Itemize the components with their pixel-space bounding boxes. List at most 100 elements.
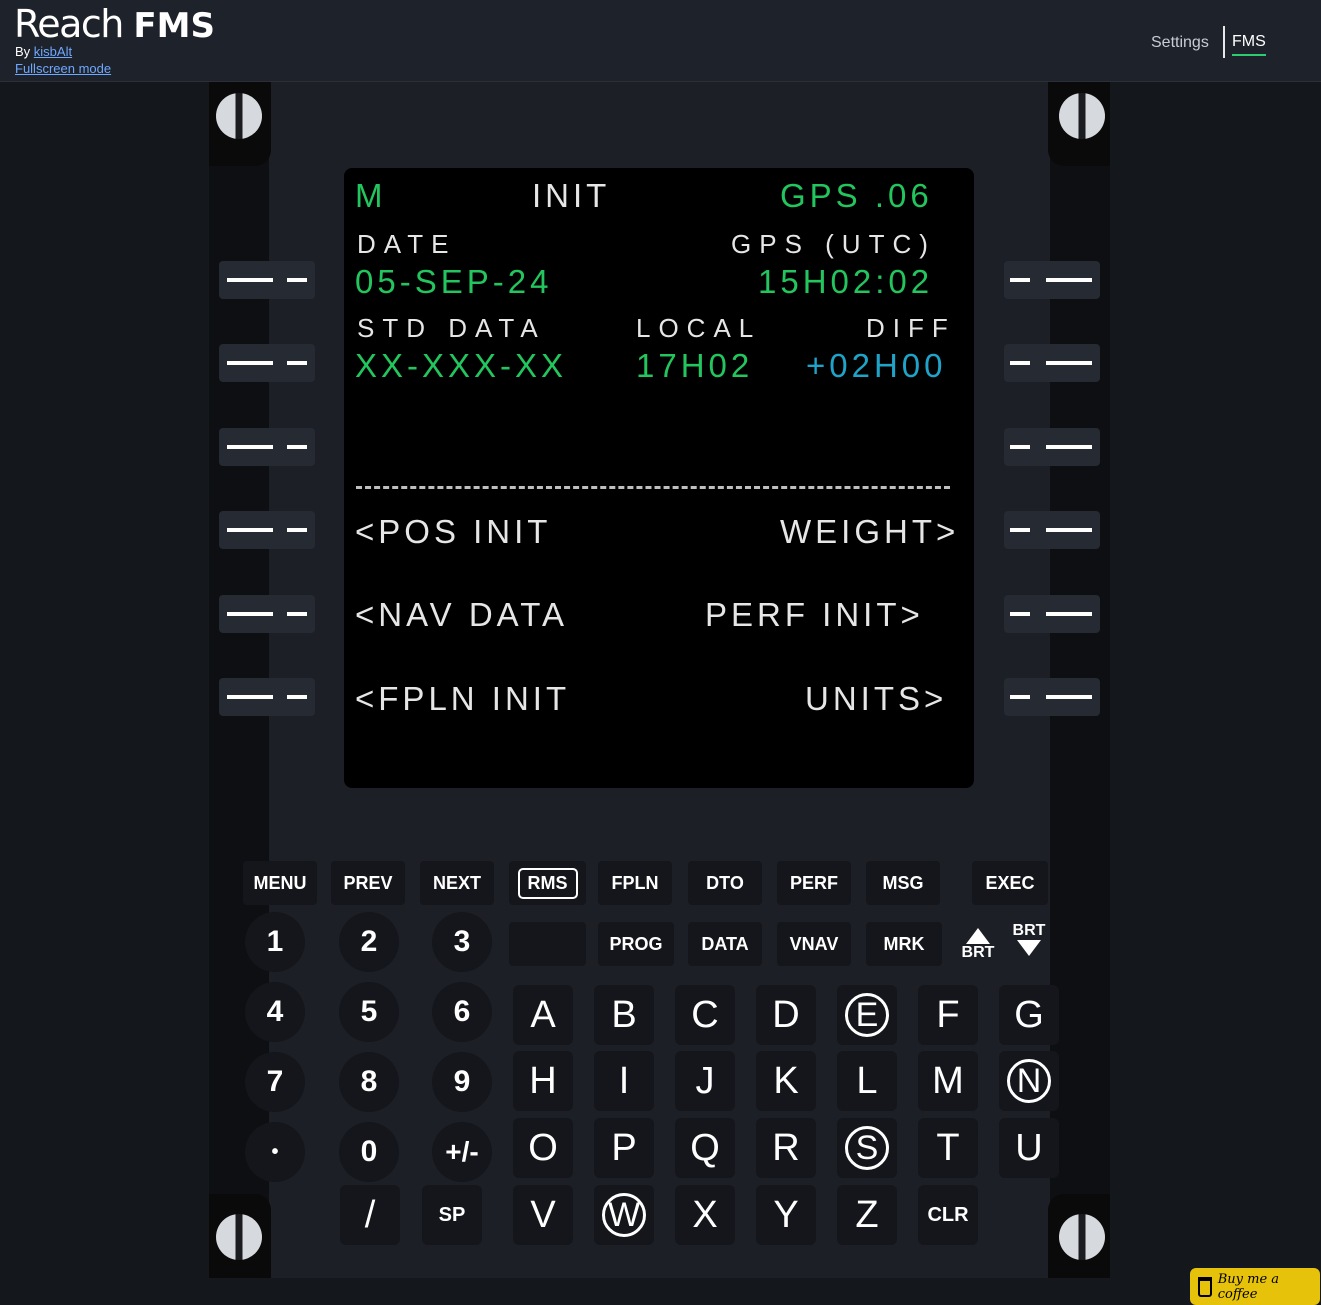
key-n[interactable]: N — [999, 1051, 1059, 1111]
mrk-key[interactable]: MRK — [866, 922, 942, 966]
lsk-r1[interactable] — [1004, 261, 1100, 299]
key-d[interactable]: D — [756, 985, 816, 1045]
lsk-l5[interactable] — [219, 595, 315, 633]
screen-mode: M — [355, 177, 387, 214]
menu-key[interactable]: MENU — [243, 861, 317, 905]
key-w[interactable]: W — [594, 1185, 654, 1245]
key-r[interactable]: R — [756, 1118, 816, 1178]
key-e-label: E — [845, 993, 889, 1037]
key-space[interactable]: SP — [422, 1185, 482, 1245]
key-q[interactable]: Q — [675, 1118, 735, 1178]
key-b[interactable]: B — [594, 985, 654, 1045]
prog-key[interactable]: PROG — [598, 922, 674, 966]
key-1[interactable]: 1 — [245, 912, 305, 972]
blank-key[interactable] — [509, 922, 586, 966]
key-slash[interactable]: / — [340, 1185, 400, 1245]
nav-fms[interactable]: FMS — [1232, 33, 1266, 56]
next-key[interactable]: NEXT — [420, 861, 494, 905]
key-n-label: N — [1007, 1059, 1051, 1103]
lsk-l3[interactable] — [219, 428, 315, 466]
key-u[interactable]: U — [999, 1118, 1059, 1178]
rms-label: RMS — [517, 867, 578, 899]
std-data-value: XX-XXX-XX — [355, 347, 568, 384]
buy-me-a-coffee-button[interactable]: Buy me a coffee — [1190, 1268, 1320, 1305]
key-h[interactable]: H — [513, 1051, 573, 1111]
key-v[interactable]: V — [513, 1185, 573, 1245]
key-plus-minus[interactable]: +/- — [432, 1122, 492, 1182]
perf-key[interactable]: PERF — [777, 861, 851, 905]
key-4[interactable]: 4 — [245, 982, 305, 1042]
screw-icon — [1059, 93, 1105, 139]
lsk-l4[interactable] — [219, 511, 315, 549]
key-l[interactable]: L — [837, 1051, 897, 1111]
key-c[interactable]: C — [675, 985, 735, 1045]
fpln-init-prompt: <FPLN INIT — [355, 680, 571, 717]
key-i[interactable]: I — [594, 1051, 654, 1111]
key-o[interactable]: O — [513, 1118, 573, 1178]
key-7[interactable]: 7 — [245, 1052, 305, 1112]
lsk-r3[interactable] — [1004, 428, 1100, 466]
key-clr[interactable]: CLR — [918, 1185, 978, 1245]
local-value: 17H02 — [636, 347, 754, 384]
key-z[interactable]: Z — [837, 1185, 897, 1245]
coffee-label: Buy me a coffee — [1217, 1271, 1280, 1302]
key-3[interactable]: 3 — [432, 912, 492, 972]
key-p[interactable]: P — [594, 1118, 654, 1178]
key-e[interactable]: E — [837, 985, 897, 1045]
prev-key[interactable]: PREV — [331, 861, 405, 905]
brand-light: Reach — [14, 2, 124, 46]
key-2[interactable]: 2 — [339, 912, 399, 972]
key-g[interactable]: G — [999, 985, 1059, 1045]
dto-key[interactable]: DTO — [688, 861, 762, 905]
lsk-l1[interactable] — [219, 261, 315, 299]
brand-bold: FMS — [133, 6, 215, 46]
key-w-label: W — [602, 1193, 646, 1237]
std-data-label: STD DATA — [357, 313, 546, 343]
date-label: DATE — [357, 229, 457, 259]
key-x[interactable]: X — [675, 1185, 735, 1245]
nav-settings[interactable]: Settings — [1151, 34, 1209, 52]
key-m[interactable]: M — [918, 1051, 978, 1111]
diff-label: DIFF — [866, 313, 956, 343]
app-logo: Reach FMS — [14, 2, 215, 48]
brt-up-key[interactable]: BRT — [955, 928, 1001, 962]
key-k[interactable]: K — [756, 1051, 816, 1111]
lsk-r2[interactable] — [1004, 344, 1100, 382]
byline: By kisbAlt — [15, 44, 72, 59]
lsk-l6[interactable] — [219, 678, 315, 716]
key-8[interactable]: 8 — [339, 1052, 399, 1112]
key-f[interactable]: F — [918, 985, 978, 1045]
key-5[interactable]: 5 — [339, 982, 399, 1042]
key-9[interactable]: 9 — [432, 1052, 492, 1112]
key-s-label: S — [845, 1126, 889, 1170]
data-key[interactable]: DATA — [688, 922, 762, 966]
screen-divider — [356, 486, 950, 489]
key-6[interactable]: 6 — [432, 982, 492, 1042]
gps-label: GPS (UTC) — [731, 229, 936, 259]
msg-key[interactable]: MSG — [866, 861, 940, 905]
key-0[interactable]: 0 — [339, 1122, 399, 1182]
key-j[interactable]: J — [675, 1051, 735, 1111]
key-decimal[interactable]: • — [245, 1122, 305, 1182]
vnav-key[interactable]: VNAV — [777, 922, 851, 966]
lsk-r6[interactable] — [1004, 678, 1100, 716]
screw-icon — [1059, 1214, 1105, 1260]
weight-prompt: WEIGHT> — [780, 513, 960, 550]
key-t[interactable]: T — [918, 1118, 978, 1178]
gps-time-value: 15H02:02 — [758, 263, 934, 300]
exec-key[interactable]: EXEC — [972, 861, 1048, 905]
lsk-r4[interactable] — [1004, 511, 1100, 549]
lsk-l2[interactable] — [219, 344, 315, 382]
author-link[interactable]: kisbAlt — [34, 44, 72, 59]
fpln-key[interactable]: FPLN — [598, 861, 672, 905]
brt-down-key[interactable]: BRT — [1006, 922, 1052, 956]
key-a[interactable]: A — [513, 985, 573, 1045]
by-label: By — [15, 44, 31, 59]
key-s[interactable]: S — [837, 1118, 897, 1178]
rms-key[interactable]: RMS — [509, 861, 586, 905]
fullscreen-link[interactable]: Fullscreen mode — [15, 61, 111, 76]
perf-init-prompt: PERF INIT> — [705, 596, 924, 633]
coffee-cup-icon — [1198, 1276, 1212, 1297]
lsk-r5[interactable] — [1004, 595, 1100, 633]
key-y[interactable]: Y — [756, 1185, 816, 1245]
